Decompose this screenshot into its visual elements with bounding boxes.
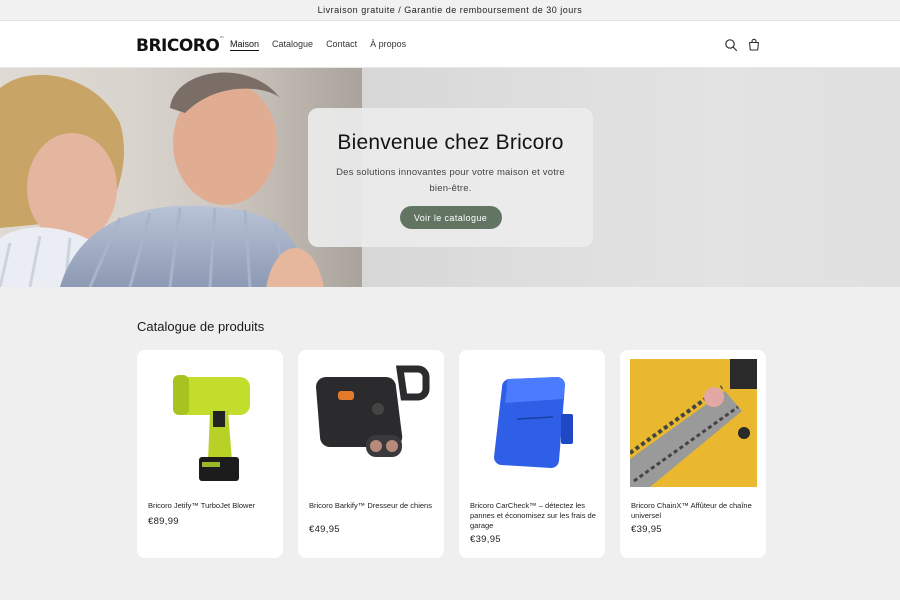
nav-item-catalogue[interactable]: Catalogue (272, 39, 313, 49)
search-button[interactable] (723, 37, 739, 53)
product-price: €49,95 (309, 524, 340, 535)
product-grid: Bricoro Jetify™ TurboJet Blower €89,99 B… (137, 350, 766, 558)
product-card-jetify[interactable]: Bricoro Jetify™ TurboJet Blower €89,99 (137, 350, 283, 558)
product-card-carcheck[interactable]: Bricoro CarCheck™ – détectez les pannes … (459, 350, 605, 558)
nav-item-maison[interactable]: Maison (230, 39, 259, 49)
product-price: €89,99 (148, 516, 179, 527)
product-title: Bricoro Barkify™ Dresseur de chiens (309, 501, 432, 510)
view-catalog-button[interactable]: Voir le catalogue (399, 206, 502, 229)
hero-title: Bienvenue chez Bricoro (337, 131, 564, 154)
logo-text: BRICORO (136, 36, 220, 56)
product-image-chain-sharpener (630, 359, 757, 487)
product-title: Bricoro Jetify™ TurboJet Blower (148, 501, 256, 510)
product-image-obd-scanner (469, 359, 596, 487)
search-icon (725, 39, 738, 52)
catalog-heading: Catalogue de produits (137, 319, 265, 334)
product-catalog-section: Catalogue de produits Bricoro Jetify™ Tu… (0, 287, 900, 600)
bricoro-logo[interactable]: BRICORO™ (136, 36, 224, 56)
product-card-chainx[interactable]: Bricoro ChainX™ Affûteur de chaîne unive… (620, 350, 766, 558)
nav-item-contact[interactable]: Contact (326, 39, 357, 49)
cart-button[interactable] (746, 37, 762, 53)
announcement-bar: Livraison gratuite / Garantie de rembour… (0, 0, 900, 21)
product-title: Bricoro ChainX™ Affûteur de chaîne unive… (631, 501, 752, 520)
product-price: €39,95 (470, 534, 501, 545)
product-title: Bricoro CarCheck™ – détectez les pannes … (470, 501, 596, 530)
announcement-text: Livraison gratuite / Garantie de rembour… (317, 5, 583, 15)
product-card-barkify[interactable]: Bricoro Barkify™ Dresseur de chiens €49,… (298, 350, 444, 558)
hero-content-panel: Bienvenue chez Bricoro Des solutions inn… (308, 108, 593, 247)
site-header: BRICORO™ Maison Catalogue Contact À prop… (0, 21, 900, 68)
product-image-blower (147, 359, 274, 487)
cart-icon (748, 38, 760, 51)
logo-trademark: ™ (219, 36, 224, 42)
product-price: €39,95 (631, 524, 662, 535)
hero-subtitle: Des solutions innovantes pour votre mais… (336, 167, 565, 194)
main-nav: Maison Catalogue Contact À propos (230, 39, 406, 49)
product-image-dog-trainer (308, 359, 435, 487)
hero-banner: Bienvenue chez Bricoro Des solutions inn… (0, 68, 900, 287)
nav-item-a-propos[interactable]: À propos (370, 39, 406, 49)
